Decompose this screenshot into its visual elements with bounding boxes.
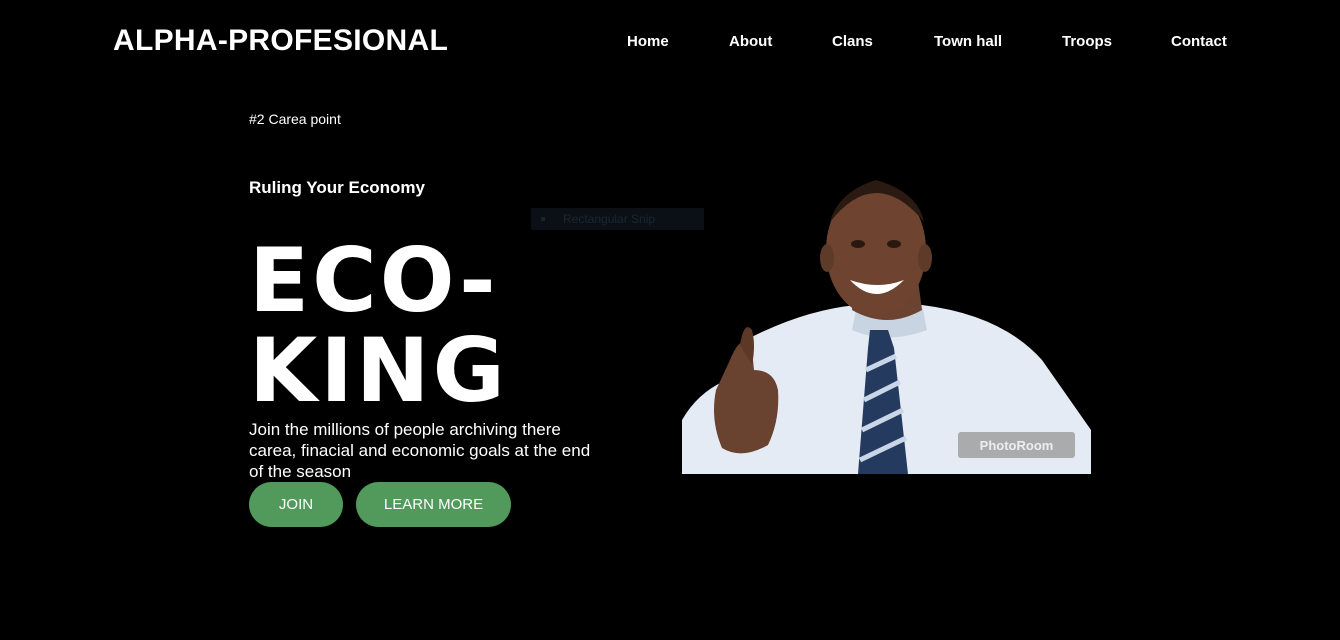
nav-clans[interactable]: Clans <box>832 33 873 50</box>
nav-troops[interactable]: Troops <box>1062 33 1112 50</box>
join-button[interactable]: JOIN <box>249 482 343 527</box>
snip-label: Rectangular Snip <box>563 212 656 226</box>
hero-eyebrow: #2 Carea point <box>249 111 341 127</box>
hero-photo: PhotoRoom <box>682 170 1091 474</box>
photoroom-watermark: PhotoRoom <box>958 432 1075 458</box>
hero-title-line-2: KING <box>249 319 508 422</box>
hero-subheading: Ruling Your Economy <box>249 178 425 197</box>
nav-town-hall[interactable]: Town hall <box>934 33 1002 50</box>
nav-about[interactable]: About <box>729 33 772 50</box>
hero-description: Join the millions of people archiving th… <box>249 420 591 481</box>
main-nav: Home About Clans Town hall Troops Contac… <box>0 33 1340 53</box>
hero-title: ECO- KING <box>249 236 508 416</box>
nav-contact[interactable]: Contact <box>1171 33 1227 50</box>
snip-icon <box>541 217 545 221</box>
watermark-label: PhotoRoom <box>979 437 1054 453</box>
learn-more-button[interactable]: LEARN MORE <box>356 482 511 527</box>
hero-title-line-1: ECO- <box>249 229 499 332</box>
snip-overlay: Rectangular Snip <box>531 208 704 230</box>
businessman-illustration <box>682 180 1091 474</box>
nav-home[interactable]: Home <box>627 33 669 50</box>
